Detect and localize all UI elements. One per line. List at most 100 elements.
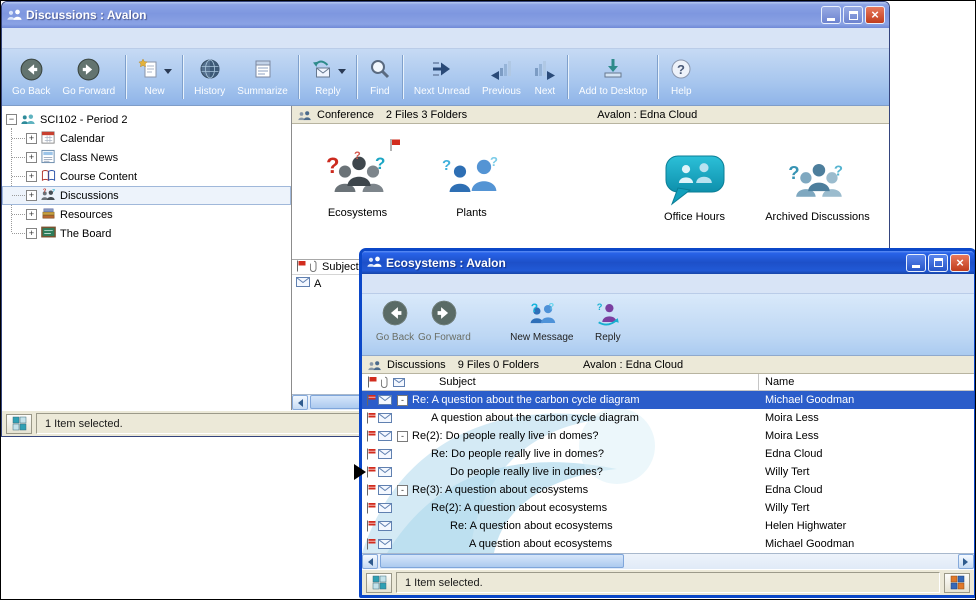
expand-icon[interactable] [26, 133, 37, 144]
menu-item[interactable] [2, 36, 18, 40]
subject-cell[interactable]: Re: Do people really live in domes? [431, 448, 604, 460]
menu-item[interactable] [442, 282, 458, 286]
subject-cell[interactable]: A question about ecosystems [469, 538, 612, 550]
tree-item-the-board[interactable]: The Board [2, 224, 291, 243]
menu-item[interactable] [50, 36, 66, 40]
message-row[interactable]: A question about the carbon cycle diagra… [362, 409, 974, 427]
menu-item[interactable] [98, 36, 114, 40]
menu-item[interactable] [18, 36, 34, 40]
minimize-button[interactable] [821, 6, 841, 24]
subject-column-header[interactable]: Subject [439, 376, 476, 388]
folder-office-hours[interactable]: Office Hours [632, 146, 757, 223]
tree-item-class-news[interactable]: Class News [2, 148, 291, 167]
menu-item[interactable] [378, 282, 394, 286]
menu-item[interactable] [66, 36, 82, 40]
menu-item[interactable] [34, 36, 50, 40]
close-button[interactable] [865, 6, 885, 24]
calendar-icon [41, 130, 56, 148]
expand-icon[interactable] [26, 209, 37, 220]
expand-icon[interactable] [26, 171, 37, 182]
menu-item[interactable] [426, 282, 442, 286]
close-button[interactable] [950, 254, 970, 272]
minimize-button[interactable] [906, 254, 926, 272]
reply-button[interactable]: Reply [304, 55, 352, 99]
new-message-button[interactable]: ?? New Message [505, 299, 579, 343]
add-to-desktop-button[interactable]: Add to Desktop [573, 55, 653, 99]
expand-icon[interactable] [26, 228, 37, 239]
main-titlebar[interactable]: Discussions : Avalon [2, 2, 889, 28]
next-unread-button[interactable]: Next Unread [408, 55, 476, 99]
svg-text:?: ? [375, 154, 385, 173]
toolbar-separator [657, 55, 659, 99]
collapse-expander[interactable] [397, 395, 408, 406]
expand-icon[interactable] [26, 152, 37, 163]
subject-cell[interactable]: Re: A question about the carbon cycle di… [412, 394, 639, 406]
previous-button[interactable]: Previous [476, 55, 527, 99]
summarize-button[interactable]: Summarize [231, 55, 294, 99]
collapse-expander[interactable] [397, 485, 408, 496]
message-row[interactable]: Re: Do people really live in domes? Edna… [362, 445, 974, 463]
name-column-header[interactable]: Name [765, 376, 794, 388]
scrollbar-track[interactable] [378, 554, 958, 569]
subject-column-header[interactable]: Subject [322, 261, 362, 273]
tree-item-resources[interactable]: Resources [2, 205, 291, 224]
subject-cell[interactable]: Re(3): A question about ecosystems [412, 484, 588, 496]
attachment-column-icon[interactable] [381, 376, 389, 391]
folder-ecosystems[interactable]: ??? Ecosystems [300, 142, 415, 219]
column-divider[interactable] [758, 374, 759, 390]
message-row[interactable]: Do people really live in domes? Willy Te… [362, 463, 974, 481]
collapse-expander[interactable] [6, 114, 17, 125]
menu-item[interactable] [82, 36, 98, 40]
history-button[interactable]: History [188, 55, 231, 99]
find-button[interactable]: Find [362, 55, 398, 99]
subject-cell[interactable]: Re: A question about ecosystems [450, 520, 613, 532]
scroll-left-button[interactable] [292, 395, 308, 410]
subject-cell[interactable]: Re(2): A question about ecosystems [431, 502, 607, 514]
subject-cell[interactable]: Do people really live in domes? [450, 466, 603, 478]
reply-dropdown-icon[interactable] [338, 69, 346, 78]
go-forward-button[interactable]: Go Forward [56, 55, 121, 99]
window-title: Discussions : Avalon [26, 8, 146, 22]
flag-column-icon[interactable] [367, 376, 377, 391]
message-row[interactable]: A question about ecosystems Michael Good… [362, 535, 974, 553]
menu-item[interactable] [394, 282, 410, 286]
maximize-button[interactable] [843, 6, 863, 24]
scroll-left-button[interactable] [362, 554, 378, 569]
course-icon [21, 111, 36, 129]
reply-button[interactable]: ? Reply [585, 299, 631, 343]
menu-item[interactable] [362, 282, 378, 286]
conference-header-bar: Conference 2 Files 3 Folders Avalon : Ed… [292, 106, 889, 124]
eco-titlebar[interactable]: Ecosystems : Avalon [362, 251, 974, 274]
message-row[interactable]: Re(3): A question about ecosystems Edna … [362, 481, 974, 499]
message-row[interactable]: Re: A question about the carbon cycle di… [362, 391, 974, 409]
message-row[interactable]: Re(2): Do people really live in domes? M… [362, 427, 974, 445]
go-back-button[interactable]: Go Back [6, 55, 56, 99]
tree-item-discussions[interactable]: ?? Discussions [2, 186, 291, 205]
type-column-icon[interactable] [393, 378, 405, 390]
menu-item[interactable] [410, 282, 426, 286]
folder-plants[interactable]: ?? Plants [414, 142, 529, 219]
folder-archived-discussions[interactable]: ?? Archived Discussions [750, 146, 885, 223]
collapse-expander[interactable] [397, 431, 408, 442]
maximize-button[interactable] [928, 254, 948, 272]
expand-icon[interactable] [26, 190, 37, 201]
subject-cell[interactable]: Re(2): Do people really live in domes? [412, 430, 598, 442]
go-back-button[interactable]: Go Back [372, 299, 418, 343]
layout-grid-button[interactable] [944, 573, 970, 593]
message-row[interactable]: Re(2): A question about ecosystems Willy… [362, 499, 974, 517]
tree-root[interactable]: SCI102 - Period 2 [2, 110, 291, 129]
subject-cell[interactable]: A question about the carbon cycle diagra… [431, 412, 639, 424]
view-grid-button[interactable] [366, 573, 392, 593]
view-grid-button[interactable] [6, 414, 32, 434]
tree-item-course-content[interactable]: Course Content [2, 167, 291, 186]
new-button[interactable]: New [131, 55, 178, 99]
help-button[interactable]: ? Help [663, 55, 699, 99]
menu-item[interactable] [458, 282, 474, 286]
scrollbar-thumb[interactable] [380, 554, 624, 568]
next-button[interactable]: Next [527, 55, 563, 99]
new-dropdown-icon[interactable] [164, 69, 172, 78]
tree-item-calendar[interactable]: Calendar [2, 129, 291, 148]
scroll-right-button[interactable] [958, 554, 974, 569]
message-row[interactable]: Re: A question about ecosystems Helen Hi… [362, 517, 974, 535]
go-forward-button[interactable]: Go Forward [418, 299, 471, 343]
